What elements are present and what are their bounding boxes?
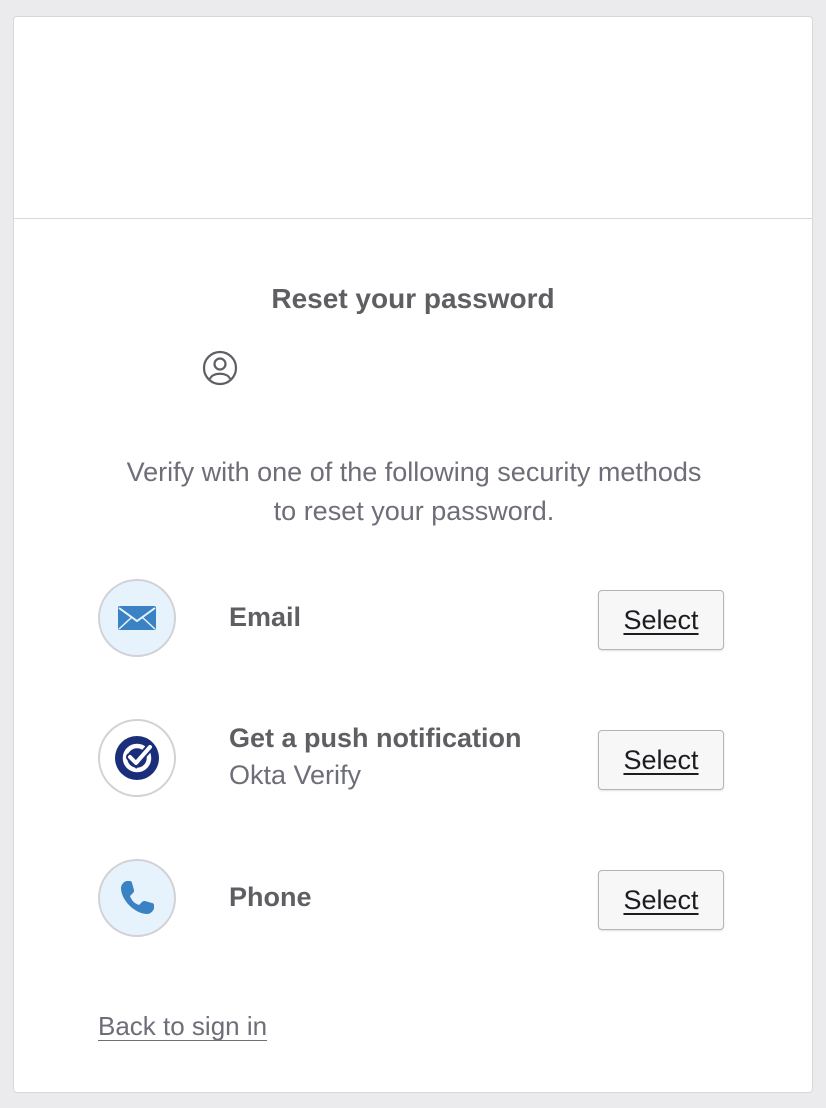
reset-password-card: Reset your password Verify with one of t… — [13, 16, 813, 1093]
method-push-notification: Get a push notification Okta Verify Sele… — [98, 719, 728, 801]
method-phone: Phone Select — [98, 859, 728, 941]
page-title: Reset your password — [271, 283, 555, 314]
user-icon — [202, 350, 238, 386]
select-phone-button[interactable]: Select — [598, 870, 724, 930]
page-subtitle: Verify with one of the following securit… — [126, 457, 702, 526]
method-email: Email Select — [98, 579, 728, 661]
phone-icon — [98, 859, 176, 937]
email-icon — [98, 579, 176, 657]
select-email-button[interactable]: Select — [598, 590, 724, 650]
method-push-sublabel: Okta Verify — [229, 760, 362, 790]
back-to-sign-in-link[interactable]: Back to sign in — [98, 1011, 267, 1042]
method-phone-label: Phone — [229, 882, 312, 912]
method-push-label: Get a push notification — [229, 723, 522, 753]
card-header-logo-area — [14, 17, 812, 219]
method-email-label: Email — [229, 602, 302, 632]
okta-verify-icon — [98, 719, 176, 797]
select-push-button[interactable]: Select — [598, 730, 724, 790]
